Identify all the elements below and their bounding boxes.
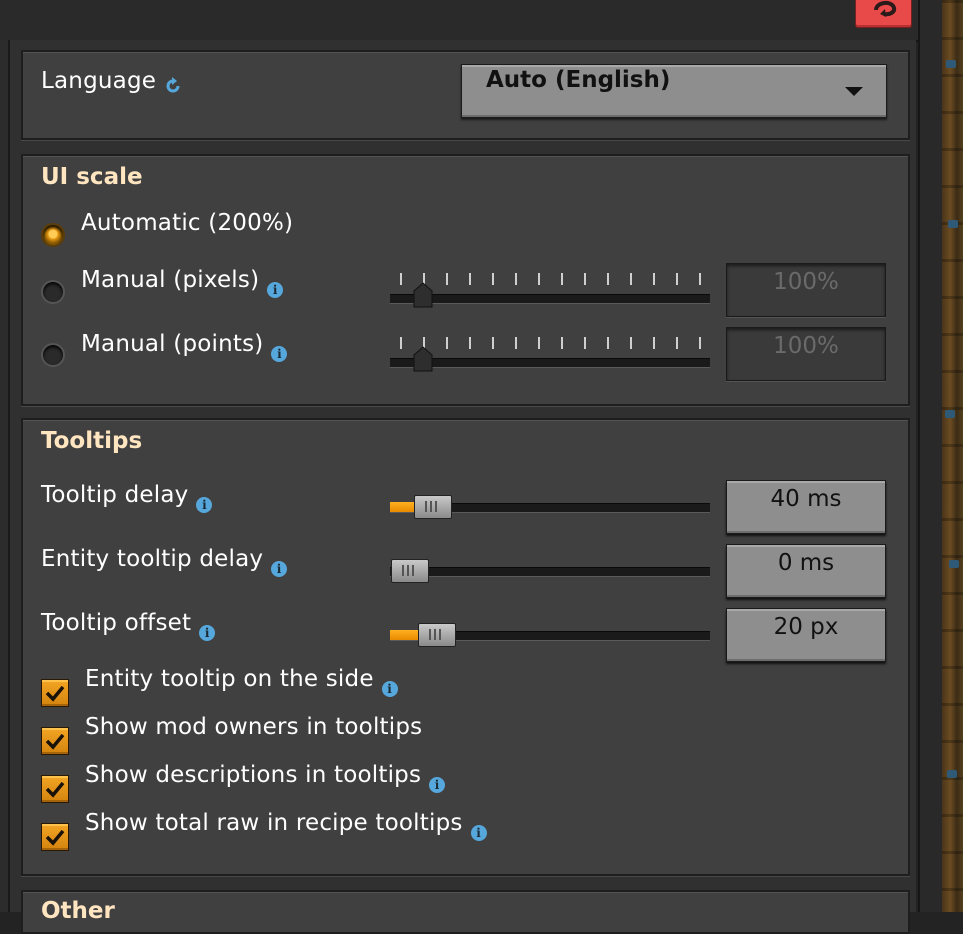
radio-manual-pixels[interactable]	[41, 280, 65, 304]
info-icon[interactable]: i	[267, 282, 284, 298]
ui-scale-heading: UI scale	[41, 164, 143, 190]
reset-icon[interactable]	[164, 75, 182, 101]
language-label-text: Language	[41, 68, 157, 94]
manual-pixels-value-field: 100%	[726, 263, 886, 317]
automatic-label: Automatic (200%)	[81, 210, 294, 236]
game-world-background	[942, 0, 963, 912]
tooltip-delay-label: Tooltip delay i	[41, 482, 213, 513]
entity-tooltip-side-label-text: Entity tooltip on the side	[85, 666, 374, 692]
close-icon	[874, 1, 897, 17]
tooltip-offset-label-text: Tooltip offset	[41, 610, 192, 636]
radio-manual-points[interactable]	[41, 343, 65, 367]
other-heading: Other	[41, 898, 115, 924]
checkmark-icon	[45, 685, 65, 702]
other-section: Other	[21, 890, 910, 934]
scrollbar[interactable]	[918, 0, 944, 912]
entity-tooltip-delay-value-field[interactable]: 0 ms	[726, 544, 886, 598]
manual-points-label: Manual (points) i	[81, 331, 288, 362]
left-frame-edge	[0, 40, 10, 912]
checkbox-show-mod-owners[interactable]	[41, 727, 69, 755]
show-total-raw-label-text: Show total raw in recipe tooltips	[85, 810, 463, 836]
checkmark-icon	[45, 733, 65, 750]
entity-tooltip-delay-label-text: Entity tooltip delay	[41, 546, 264, 572]
manual-pixels-label-text: Manual (pixels)	[81, 267, 260, 293]
radio-automatic[interactable]	[41, 223, 65, 247]
checkbox-show-total-raw[interactable]	[41, 823, 69, 851]
info-icon[interactable]: i	[271, 346, 288, 362]
tooltip-delay-value-field[interactable]: 40 ms	[726, 480, 886, 534]
checkbox-show-descriptions[interactable]	[41, 775, 69, 803]
manual-points-value-field: 100%	[726, 327, 886, 381]
show-mod-owners-label: Show mod owners in tooltips	[85, 714, 423, 740]
info-icon[interactable]: i	[381, 681, 398, 697]
show-descriptions-label: Show descriptions in tooltips i	[85, 762, 446, 793]
show-descriptions-label-text: Show descriptions in tooltips	[85, 762, 422, 788]
close-button[interactable]	[855, 0, 912, 28]
info-icon[interactable]: i	[470, 825, 487, 841]
manual-points-label-text: Manual (points)	[81, 331, 264, 357]
checkmark-icon	[45, 781, 65, 798]
info-icon[interactable]: i	[196, 497, 213, 513]
checkmark-icon	[45, 829, 65, 846]
info-icon[interactable]: i	[429, 777, 446, 793]
entity-tooltip-side-label: Entity tooltip on the side i	[85, 666, 398, 697]
info-icon[interactable]: i	[199, 625, 216, 641]
show-total-raw-label: Show total raw in recipe tooltips i	[85, 810, 487, 841]
info-icon[interactable]: i	[271, 561, 288, 577]
language-dropdown[interactable]: Auto (English)	[461, 64, 887, 118]
checkbox-entity-tooltip-side[interactable]	[41, 679, 69, 707]
manual-pixels-label: Manual (pixels) i	[81, 267, 284, 298]
tooltip-offset-label: Tooltip offset i	[41, 610, 216, 641]
window-titlebar	[0, 0, 963, 42]
tooltip-offset-value-field[interactable]: 20 px	[726, 608, 886, 662]
entity-tooltip-delay-label: Entity tooltip delay i	[41, 546, 288, 577]
chevron-down-icon	[845, 87, 863, 96]
language-dropdown-value: Auto (English)	[486, 67, 671, 93]
tooltip-delay-label-text: Tooltip delay	[41, 482, 189, 508]
language-label: Language	[41, 68, 182, 101]
tooltips-heading: Tooltips	[41, 428, 143, 454]
